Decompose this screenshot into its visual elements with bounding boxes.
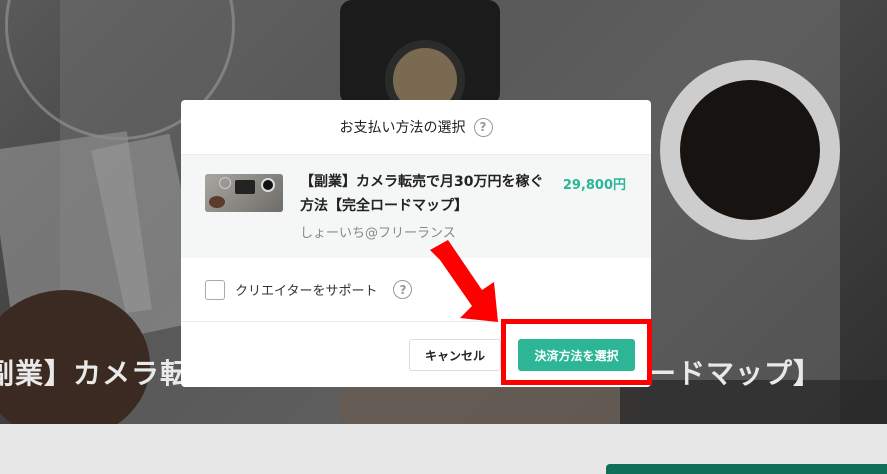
modal-title: お支払い方法の選択 xyxy=(339,120,466,136)
support-checkbox[interactable] xyxy=(205,279,225,300)
support-label: クリエイターをサポート xyxy=(235,284,378,299)
product-author: しょーいち@フリーランス xyxy=(300,226,456,241)
help-icon[interactable]: ? xyxy=(473,117,493,137)
modal-footer: キャンセル 決済方法を選択 xyxy=(181,322,651,387)
product-price: 29,800円 xyxy=(562,178,626,193)
select-payment-button[interactable]: 決済方法を選択 xyxy=(518,339,635,371)
product-name: 【副業】カメラ転売で月30万円を稼ぐ方法【完全ロードマップ】 xyxy=(300,174,544,214)
support-creator-row[interactable]: クリエイターをサポート ? xyxy=(181,258,651,322)
modal-header: お支払い方法の選択 ? xyxy=(181,100,651,155)
payment-method-modal: お支払い方法の選択 ? 【副業】カメラ転売で月30万円を稼ぐ方法【完全ロードマッ… xyxy=(181,100,651,387)
support-help-icon[interactable]: ? xyxy=(393,280,413,299)
background-title-right: ードマップ】 xyxy=(648,357,823,390)
product-summary: 【副業】カメラ転売で月30万円を稼ぐ方法【完全ロードマップ】 しょーいち@フリー… xyxy=(181,155,651,258)
background-title-left: 副業】カメラ転 xyxy=(0,357,190,390)
product-thumbnail xyxy=(205,174,283,212)
cancel-button[interactable]: キャンセル xyxy=(409,339,501,371)
coffee xyxy=(680,80,820,220)
bottom-green-button-edge[interactable] xyxy=(606,464,887,474)
product-info: 【副業】カメラ転売で月30万円を稼ぐ方法【完全ロードマップ】 しょーいち@フリー… xyxy=(300,174,545,258)
